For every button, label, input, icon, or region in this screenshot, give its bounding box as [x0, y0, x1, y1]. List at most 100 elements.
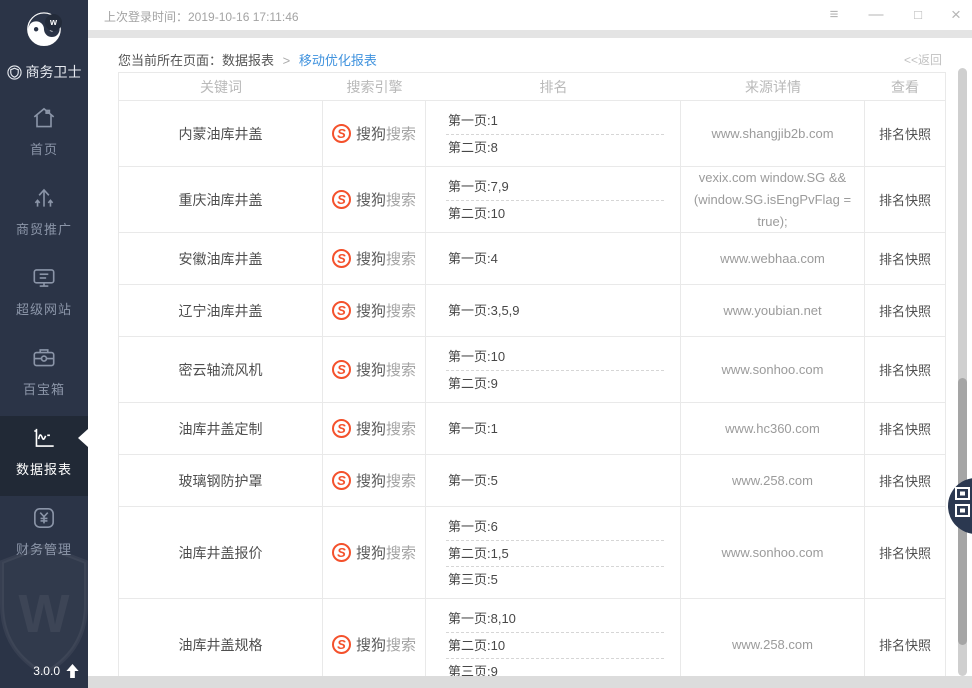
source-cell: www.youbian.net: [681, 285, 865, 336]
sidebar-item-reports[interactable]: 数据报表: [0, 416, 88, 496]
table-row: 油库井盖定制 S 搜狗 搜索 第一页:1 www.hc360.com 排名快照: [119, 403, 945, 455]
sidebar-item-promotion[interactable]: 商贸推广: [0, 176, 88, 256]
engine-name-primary: 搜狗: [356, 359, 386, 380]
source-cell: www.258.com: [681, 455, 865, 506]
engine-name-secondary: 搜索: [386, 123, 416, 144]
header-cell-keyword: 关键词: [119, 73, 323, 100]
view-cell: 排名快照: [865, 101, 945, 166]
source-cell: www.shangjib2b.com: [681, 101, 865, 166]
sidebar: ☯ w 商务卫士 首页 商贸推广: [0, 0, 88, 688]
promotion-arrows-icon: [30, 184, 58, 212]
source-text: www.sonhoo.com: [722, 359, 824, 381]
engine-cell: S 搜狗 搜索: [323, 455, 426, 506]
keyword-text: 油库井盖报价: [179, 543, 263, 563]
source-cell: www.258.com: [681, 599, 865, 676]
menu-button[interactable]: ≡: [824, 5, 844, 25]
sidebar-item-label: 商贸推广: [16, 219, 72, 238]
main-content: 您当前所在页面：数据报表 > 移动优化报表 <<返回 关键词 搜索引擎 排名 来…: [88, 38, 972, 688]
engine-cell: S 搜狗 搜索: [323, 337, 426, 402]
source-text: www.shangjib2b.com: [711, 123, 833, 145]
table-row: 安徽油库井盖 S 搜狗 搜索 第一页:4 www.webhaa.com 排名快照: [119, 233, 945, 285]
rank-cell: 第一页:8,10第二页:10第三页:9: [426, 599, 681, 676]
snapshot-link[interactable]: 排名快照: [879, 360, 931, 379]
maximize-button[interactable]: □: [908, 5, 928, 25]
header-cell-engine: 搜索引擎: [323, 73, 426, 100]
brand-row: 商务卫士: [0, 60, 88, 84]
header-cell-rank: 排名: [426, 73, 681, 100]
back-link[interactable]: <<返回: [904, 51, 942, 68]
engine-cell: S 搜狗 搜索: [323, 285, 426, 336]
snapshot-link[interactable]: 排名快照: [879, 635, 931, 654]
sidebar-item-label: 首页: [30, 139, 58, 158]
engine-name-primary: 搜狗: [356, 300, 386, 321]
keyword-text: 辽宁油库井盖: [179, 301, 263, 321]
snapshot-link[interactable]: 排名快照: [879, 190, 931, 209]
snapshot-link[interactable]: 排名快照: [879, 543, 931, 562]
engine-name-secondary: 搜索: [386, 542, 416, 563]
rank-entry: 第一页:10: [446, 344, 664, 370]
rank-entry: 第一页:8,10: [446, 606, 664, 632]
titlebar: 上次登录时间：2019-10-16 17:11:46 ≡ — □ ×: [88, 0, 972, 30]
svg-text:W: W: [19, 584, 70, 644]
engine-cell: S 搜狗 搜索: [323, 167, 426, 232]
keyword-text: 玻璃钢防护罩: [179, 471, 263, 491]
rank-cell: 第一页:6第二页:1,5第三页:5: [426, 507, 681, 598]
keyword-cell: 油库井盖报价: [119, 507, 323, 598]
close-button[interactable]: ×: [946, 5, 966, 25]
sidebar-item-toolbox[interactable]: 百宝箱: [0, 336, 88, 416]
engine-name-secondary: 搜索: [386, 470, 416, 491]
view-cell: 排名快照: [865, 167, 945, 232]
engine-cell: S 搜狗 搜索: [323, 599, 426, 676]
view-cell: 排名快照: [865, 455, 945, 506]
keyword-text: 油库井盖定制: [179, 419, 263, 439]
home-icon: [30, 104, 58, 132]
keyword-cell: 密云轴流风机: [119, 337, 323, 402]
header-cell-view: 查看: [865, 73, 945, 100]
last-login-text: 上次登录时间：2019-10-16 17:11:46: [104, 8, 299, 25]
engine-name-secondary: 搜索: [386, 418, 416, 439]
source-cell: www.sonhoo.com: [681, 507, 865, 598]
sidebar-item-finance[interactable]: 财务管理: [0, 496, 88, 576]
active-item-notch: [69, 429, 88, 447]
engine-name-primary: 搜狗: [356, 470, 386, 491]
rank-entry: 第三页:9: [446, 658, 664, 677]
table-header: 关键词 搜索引擎 排名 来源详情 查看: [119, 73, 945, 101]
breadcrumb-prefix: 您当前所在页面：数据报表: [118, 53, 274, 68]
sidebar-item-website[interactable]: 超级网站: [0, 256, 88, 336]
sogou-logo-icon: S: [332, 360, 351, 379]
upgrade-arrow-icon[interactable]: [65, 663, 80, 679]
engine-name-secondary: 搜索: [386, 248, 416, 269]
vertical-scrollbar[interactable]: [958, 68, 967, 676]
engine-name-primary: 搜狗: [356, 123, 386, 144]
snapshot-link[interactable]: 排名快照: [879, 419, 931, 438]
engine-name-secondary: 搜索: [386, 189, 416, 210]
table-row: 重庆油库井盖 S 搜狗 搜索 第一页:7,9第二页:10 vexix.com w…: [119, 167, 945, 233]
snapshot-link[interactable]: 排名快照: [879, 301, 931, 320]
source-text: www.258.com: [732, 634, 813, 656]
engine-name-secondary: 搜索: [386, 634, 416, 655]
sogou-logo-icon: S: [332, 635, 351, 654]
snapshot-link[interactable]: 排名快照: [879, 471, 931, 490]
sidebar-item-label: 数据报表: [16, 459, 72, 478]
engine-cell: S 搜狗 搜索: [323, 101, 426, 166]
snapshot-link[interactable]: 排名快照: [879, 124, 931, 143]
engine-name-primary: 搜狗: [356, 634, 386, 655]
keyword-cell: 油库井盖规格: [119, 599, 323, 676]
keyword-cell: 油库井盖定制: [119, 403, 323, 454]
minimize-button[interactable]: —: [866, 5, 886, 25]
breadcrumb-current-link[interactable]: 移动优化报表: [299, 53, 377, 68]
engine-cell: S 搜狗 搜索: [323, 507, 426, 598]
breadcrumb: 您当前所在页面：数据报表 > 移动优化报表: [118, 50, 377, 69]
bottom-strip: [88, 676, 972, 688]
sidebar-item-home[interactable]: 首页: [0, 96, 88, 176]
snapshot-link[interactable]: 排名快照: [879, 249, 931, 268]
version-label: 3.0.0: [33, 664, 60, 678]
keyword-text: 内蒙油库井盖: [179, 124, 263, 144]
source-cell: vexix.com window.SG && (window.SG.isEngP…: [681, 167, 865, 232]
rank-entry: 第一页:4: [446, 246, 664, 272]
source-text: www.hc360.com: [725, 418, 820, 440]
rank-cell: 第一页:1: [426, 403, 681, 454]
app-window: ☯ w 商务卫士 首页 商贸推广: [0, 0, 972, 688]
qr-code-icon: [954, 486, 972, 526]
view-cell: 排名快照: [865, 285, 945, 336]
